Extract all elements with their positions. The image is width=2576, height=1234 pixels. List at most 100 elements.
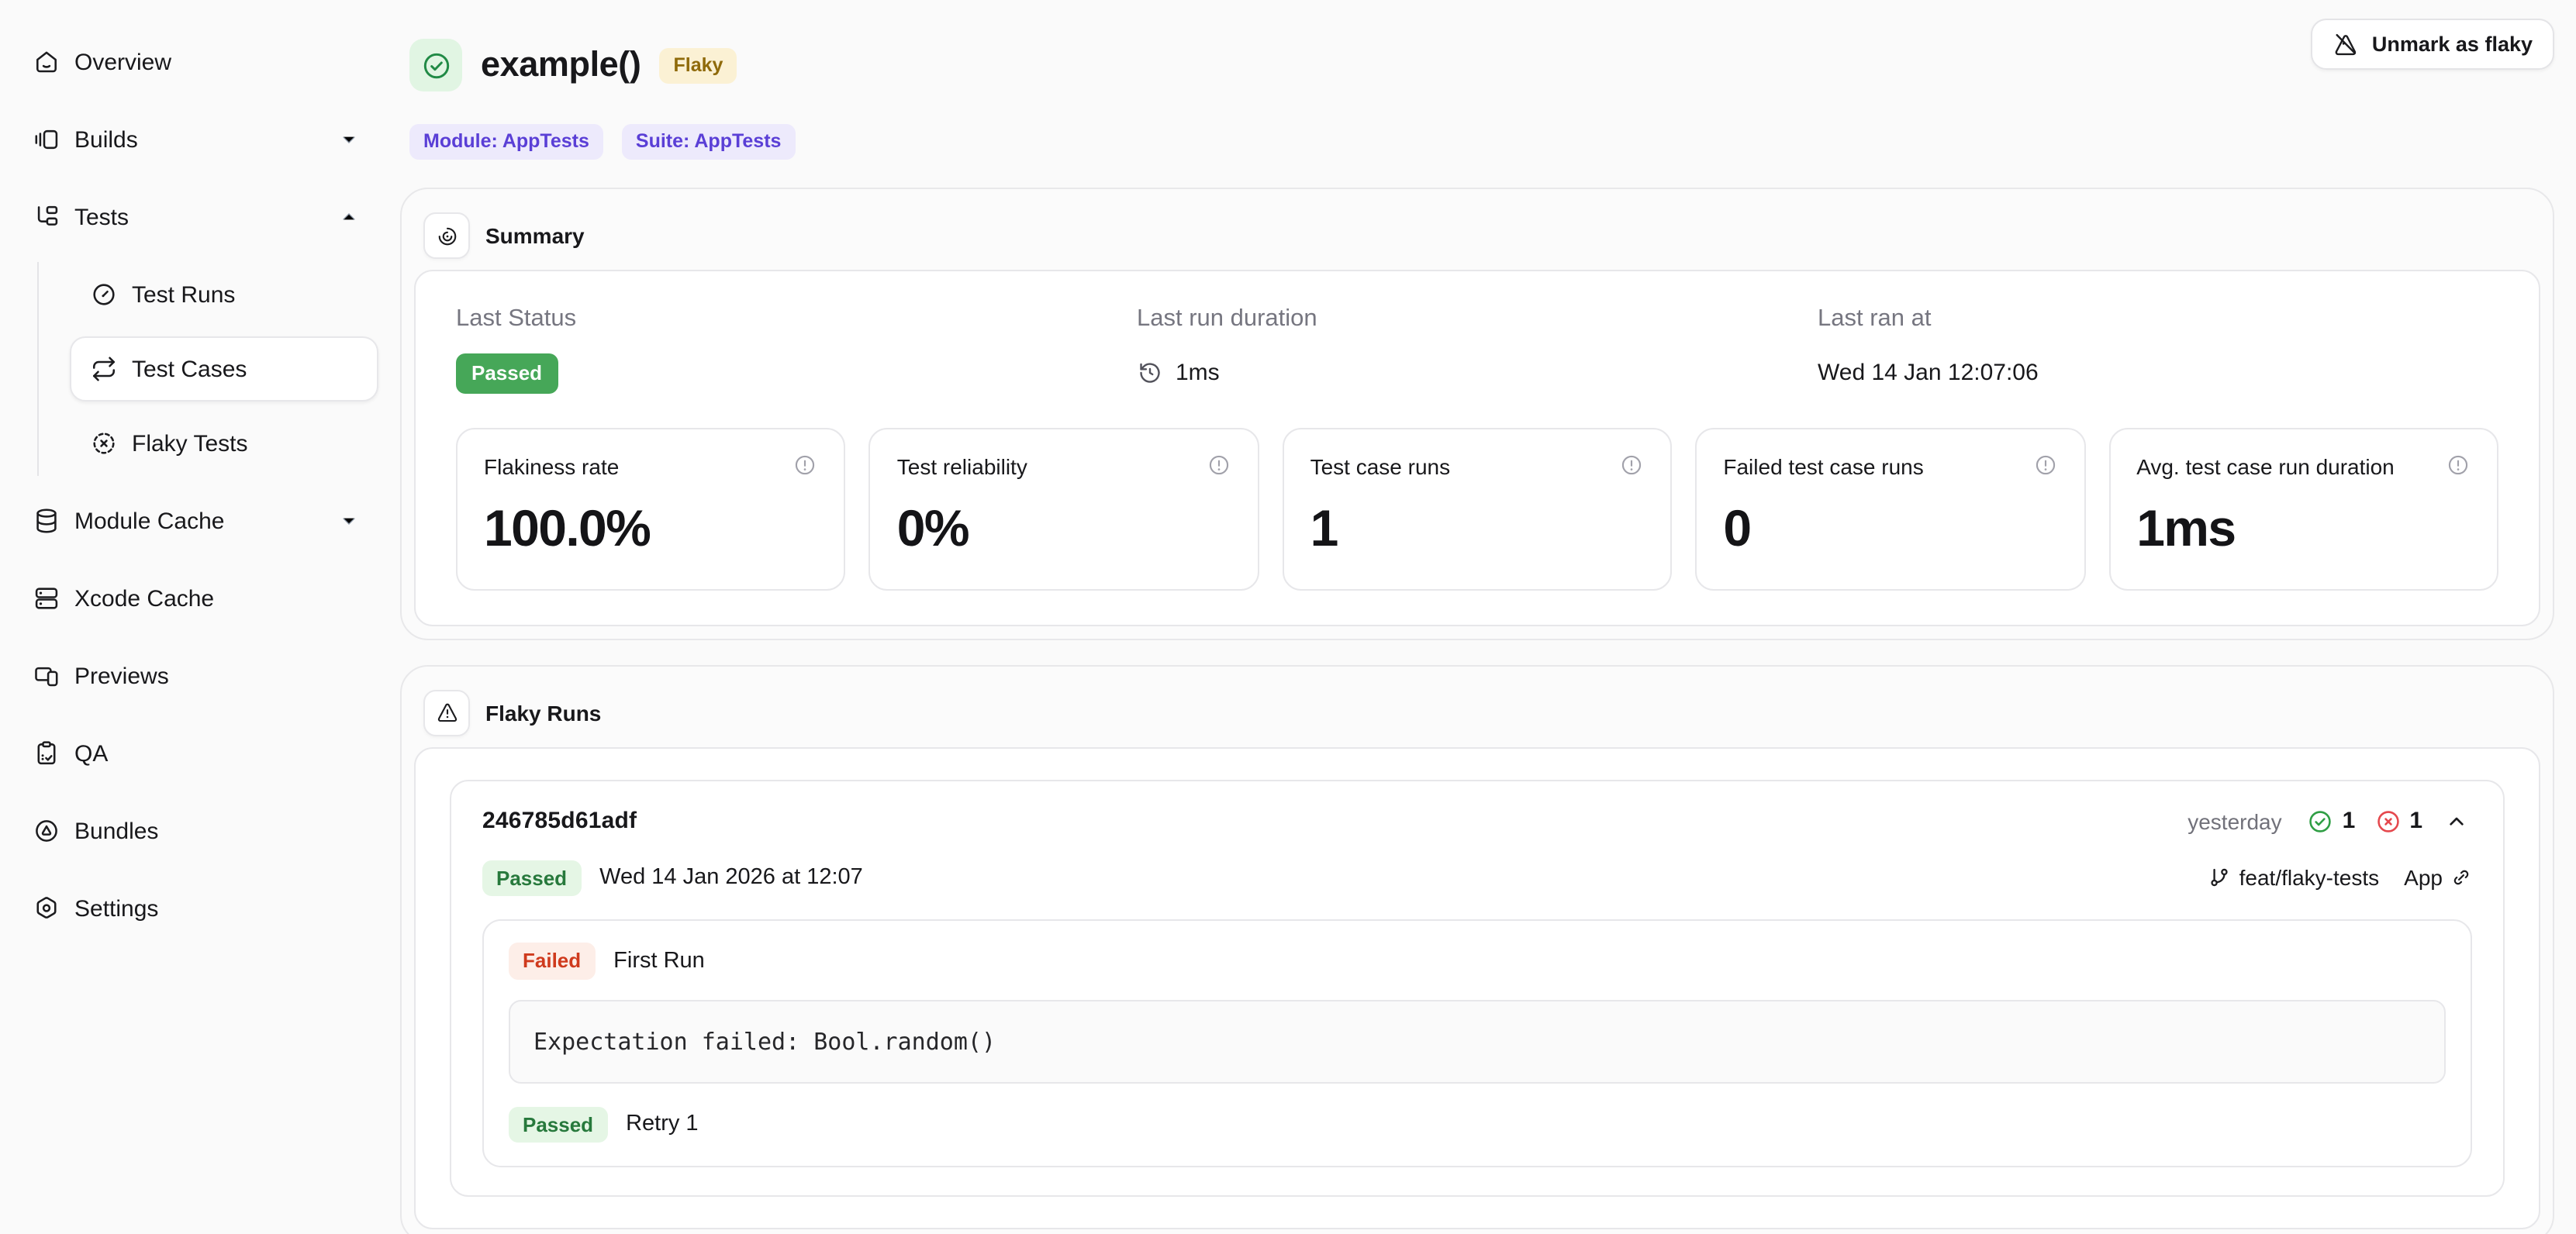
stat-value: 1ms — [2136, 498, 2471, 557]
collapse-run-button[interactable] — [2441, 805, 2472, 836]
run-hash: 246785d61adf — [482, 808, 637, 834]
sidebar-item-settings[interactable]: Settings — [12, 873, 378, 944]
section-title: Summary — [485, 223, 585, 248]
failed-count: 1 — [2374, 807, 2422, 835]
disc-icon — [435, 224, 458, 247]
last-ran-at-block: Last ran at Wed 14 Jan 12:07:06 — [1818, 305, 2498, 393]
sidebar-item-overview[interactable]: Overview — [12, 26, 378, 98]
sidebar-item-qa[interactable]: QA — [12, 718, 378, 789]
stat-label: Flakiness rate — [484, 452, 619, 478]
last-run-duration-value: 1ms — [1176, 359, 1220, 385]
bundle-icon — [33, 817, 60, 845]
suite-badge: Suite: AppTests — [622, 124, 796, 160]
stat-value: 0% — [897, 498, 1231, 557]
stat-card-test-case-runs: Test case runs 1 — [1283, 427, 1673, 590]
branch-info: feat/flaky-tests — [2208, 866, 2380, 891]
stat-card-test-reliability: Test reliability 0% — [869, 427, 1259, 590]
run-attempts-box: Failed First Run Expectation failed: Boo… — [482, 919, 2472, 1167]
sidebar-item-label: Settings — [74, 895, 158, 922]
flaky-run-item: 246785d61adf yesterday 1 — [450, 779, 2505, 1197]
sidebar-item-xcode-cache[interactable]: Xcode Cache — [12, 563, 378, 634]
page-header: example() Flaky Module: AppTests Suite: … — [400, 22, 2554, 160]
failure-message-code-block: Expectation failed: Bool.random() — [509, 999, 2446, 1083]
stat-card-avg-duration: Avg. test case run duration 1ms — [2108, 427, 2498, 590]
app-window: Overview Builds Tests Test Runs — [0, 0, 2576, 1234]
stat-label: Avg. test case run duration — [2136, 452, 2395, 478]
run-relative-time: yesterday — [2188, 808, 2281, 833]
run-date: Wed 14 Jan 2026 at 12:07 — [599, 866, 863, 891]
run-status-badge: Passed — [482, 860, 581, 896]
check-circle-icon — [2307, 807, 2335, 835]
attempt-row-retry-1: Passed Retry 1 — [509, 1106, 2446, 1143]
unmark-as-flaky-button[interactable]: Unmark as flaky — [2312, 19, 2554, 70]
sidebar-item-tests[interactable]: Tests — [12, 181, 378, 253]
flaky-runs-icon-box — [423, 689, 470, 736]
database-icon — [33, 507, 60, 535]
summary-panel: Summary Last Status Passed Last run dura… — [400, 188, 2554, 639]
page-title: example() — [481, 45, 641, 85]
chevron-down-icon — [337, 508, 361, 533]
last-ran-at-label: Last ran at — [1818, 305, 2498, 333]
attempt-status-badge: Failed — [509, 943, 595, 979]
sidebar-item-test-cases[interactable]: Test Cases — [70, 336, 378, 402]
main-content: example() Flaky Module: AppTests Suite: … — [391, 0, 2576, 1234]
attempt-label: First Run — [613, 949, 705, 974]
stat-label: Test reliability — [897, 452, 1027, 478]
x-circle-icon — [2374, 807, 2402, 835]
test-status-icon-box — [409, 39, 462, 91]
builds-icon — [33, 126, 60, 153]
last-run-duration-label: Last run duration — [1137, 305, 1818, 333]
section-title: Flaky Runs — [485, 700, 601, 725]
passed-count-value: 1 — [2343, 808, 2356, 834]
info-icon[interactable] — [793, 452, 818, 477]
info-icon[interactable] — [2446, 452, 2471, 477]
check-circle-icon — [420, 49, 452, 81]
summary-panel-header: Summary — [414, 202, 2540, 270]
info-icon[interactable] — [1207, 452, 1231, 477]
stat-value: 0 — [1723, 498, 2057, 557]
stat-card-failed-test-case-runs: Failed test case runs 0 — [1695, 427, 2085, 590]
sidebar: Overview Builds Tests Test Runs — [0, 0, 391, 1234]
last-ran-at-value: Wed 14 Jan 12:07:06 — [1818, 359, 2039, 385]
link-icon — [2450, 867, 2472, 889]
sidebar-item-label: Previews — [74, 663, 169, 689]
summary-card: Last Status Passed Last run duration — [414, 270, 2540, 626]
gauge-icon — [90, 281, 118, 308]
last-status-label: Last Status — [456, 305, 1137, 333]
sidebar-item-bundles[interactable]: Bundles — [12, 795, 378, 867]
flaky-runs-panel: Flaky Runs 246785d61adf yesterday — [400, 664, 2554, 1234]
sidebar-item-label: Builds — [74, 126, 138, 153]
repeat-icon — [90, 355, 118, 383]
stat-label: Failed test case runs — [1723, 452, 1923, 478]
stat-card-flakiness-rate: Flakiness rate 100.0% — [456, 427, 846, 590]
sidebar-item-module-cache[interactable]: Module Cache — [12, 485, 378, 557]
failed-count-value: 1 — [2409, 808, 2422, 834]
passed-count: 1 — [2307, 807, 2356, 835]
sidebar-item-label: Xcode Cache — [74, 585, 214, 612]
sidebar-item-label: Test Runs — [132, 281, 235, 308]
sidebar-item-builds[interactable]: Builds — [12, 104, 378, 175]
sidebar-item-label: Test Cases — [132, 356, 247, 382]
attempt-status-badge: Passed — [509, 1106, 607, 1143]
home-icon — [33, 48, 60, 76]
sidebar-item-flaky-tests[interactable]: Flaky Tests — [70, 411, 378, 476]
flaky-runs-panel-header: Flaky Runs — [414, 678, 2540, 746]
info-icon[interactable] — [1619, 452, 1644, 477]
sidebar-item-label: QA — [74, 740, 108, 767]
status-badge: Passed — [456, 353, 558, 393]
chevron-down-icon — [337, 127, 361, 152]
run-header-row: 246785d61adf yesterday 1 — [482, 805, 2472, 836]
unmark-button-label: Unmark as flaky — [2372, 33, 2533, 56]
info-icon[interactable] — [2032, 452, 2057, 477]
sidebar-item-previews[interactable]: Previews — [12, 640, 378, 712]
flaky-badge: Flaky — [660, 47, 737, 83]
sidebar-item-test-runs[interactable]: Test Runs — [70, 262, 378, 327]
summary-icon-box — [423, 212, 470, 259]
project-link[interactable]: App — [2404, 866, 2472, 891]
module-badge: Module: AppTests — [409, 124, 603, 160]
sidebar-item-label: Tests — [74, 204, 129, 230]
project-link-label: App — [2404, 866, 2443, 891]
attempt-label: Retry 1 — [626, 1112, 699, 1137]
server-icon — [33, 584, 60, 612]
flaky-icon — [90, 429, 118, 457]
